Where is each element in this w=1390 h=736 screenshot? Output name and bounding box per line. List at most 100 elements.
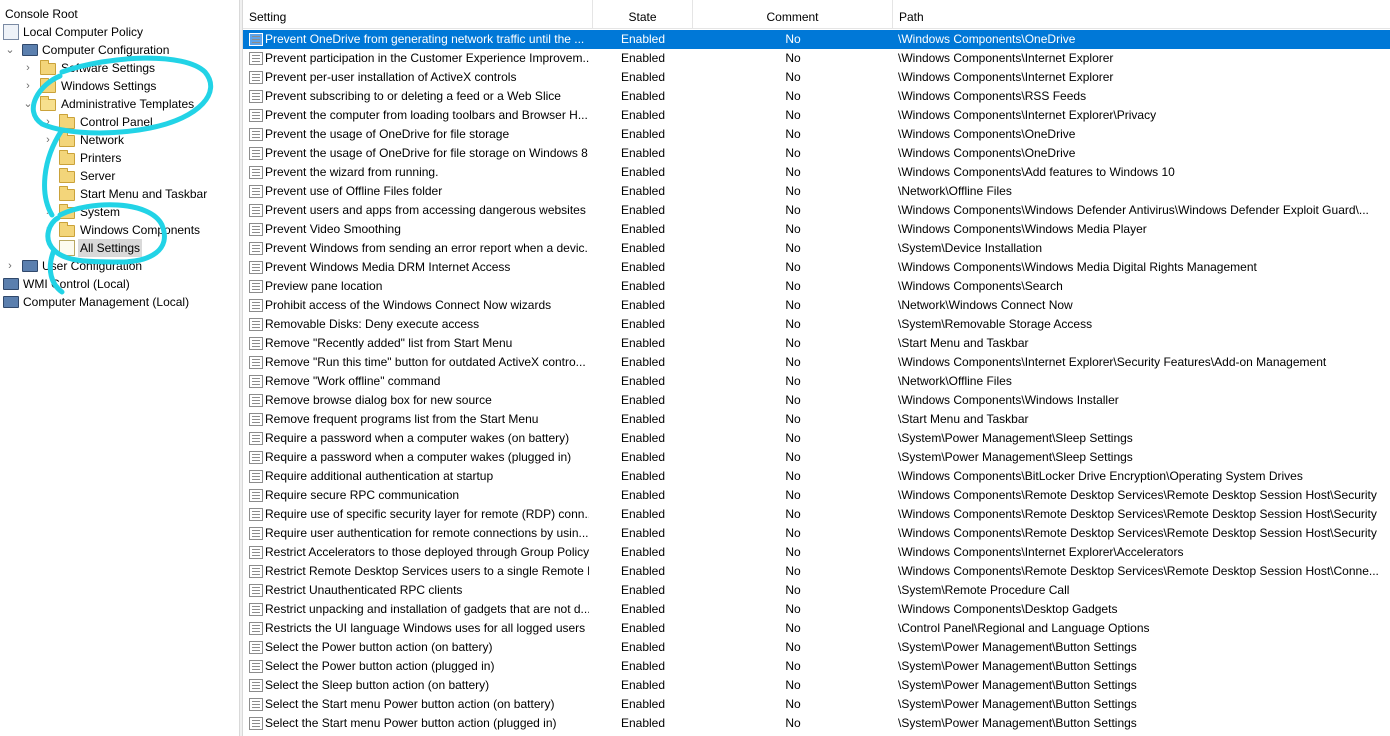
state-cell: Enabled	[620, 488, 666, 502]
comment-cell: No	[785, 127, 801, 141]
chevron-down-icon[interactable]: ⌄	[22, 95, 34, 113]
table-row[interactable]: Prevent Windows Media DRM Internet Acces…	[243, 258, 1390, 277]
table-row[interactable]: Remove "Work offline" command Enabled No \N…	[243, 372, 1390, 391]
table-row[interactable]: Removable Disks: Deny execute access Enab…	[243, 315, 1390, 334]
table-row[interactable]: Restrict Unauthenticated RPC clients Enab…	[243, 581, 1390, 600]
path-cell: \Windows Components\Windows Defender Ant…	[898, 203, 1369, 217]
table-row[interactable]: Require a password when a computer wakes…	[243, 448, 1390, 467]
table-row[interactable]: Prevent the computer from loading toolba…	[243, 106, 1390, 125]
table-row[interactable]: Restrict Remote Desktop Services users t…	[243, 562, 1390, 581]
policy-setting-icon	[249, 375, 263, 388]
chevron-right-icon[interactable]: ›	[42, 113, 54, 131]
folder-icon	[40, 78, 56, 93]
table-row[interactable]: Select the Start menu Power button actio…	[243, 695, 1390, 714]
chevron-right-icon[interactable]: ›	[22, 77, 34, 95]
table-row[interactable]: Remove browse dialog box for new source E…	[243, 391, 1390, 410]
policy-setting-icon	[249, 185, 263, 198]
table-row[interactable]: Prevent Video Smoothing Enabled No \Windows…	[243, 220, 1390, 239]
table-row[interactable]: Select the Sleep button action (on batte…	[243, 676, 1390, 695]
tree-item-label: Software Settings	[61, 61, 156, 75]
table-row[interactable]: Require secure RPC communication Enabled N…	[243, 486, 1390, 505]
chevron-right-icon[interactable]: ›	[4, 257, 16, 275]
table-row[interactable]: Prevent per-user installation of ActiveX…	[243, 68, 1390, 87]
table-row[interactable]: Prevent subscribing to or deleting a fee…	[243, 87, 1390, 106]
table-row[interactable]: Prevent use of Offline Files folder Enabl…	[243, 182, 1390, 201]
comment-cell: No	[785, 659, 801, 673]
table-row[interactable]: Preview pane location Enabled No \Windows C…	[243, 277, 1390, 296]
setting-cell: Select the Start menu Power button actio…	[265, 716, 557, 730]
state-cell: Enabled	[620, 659, 666, 673]
state-cell: Enabled	[620, 127, 666, 141]
setting-cell: Prevent OneDrive from generating network…	[265, 32, 585, 46]
setting-cell: Select the Power button action (on batte…	[265, 640, 493, 654]
policy-icon	[3, 24, 19, 40]
path-cell: \System\Power Management\Button Settings	[898, 640, 1137, 654]
setting-cell: Require secure RPC communication	[265, 488, 460, 502]
column-header-label: State	[628, 10, 657, 24]
policy-setting-icon	[249, 413, 263, 426]
policy-setting-icon	[249, 641, 263, 654]
comment-cell: No	[785, 697, 801, 711]
column-header-comment[interactable]: Comment	[693, 0, 893, 29]
path-cell: \Windows Components\Remote Desktop Servi…	[898, 564, 1379, 578]
path-cell: \Windows Components\Internet Explorer	[898, 70, 1114, 84]
setting-cell: Prevent Windows from sending an error re…	[265, 241, 589, 255]
table-row[interactable]: Prevent OneDrive from generating network…	[243, 30, 1390, 49]
comment-cell: No	[785, 165, 801, 179]
table-row[interactable]: Prevent Windows from sending an error re…	[243, 239, 1390, 258]
column-header-setting[interactable]: Setting	[243, 0, 593, 29]
policy-setting-icon	[249, 128, 263, 141]
tree-item-label: WMI Control (Local)	[23, 277, 130, 291]
table-row[interactable]: Remove "Run this time" button for outdat…	[243, 353, 1390, 372]
comment-cell: No	[785, 260, 801, 274]
column-header-path[interactable]: Path	[893, 0, 1390, 29]
path-cell: \Windows Components\Remote Desktop Servi…	[898, 507, 1377, 521]
path-cell: \System\Removable Storage Access	[898, 317, 1093, 331]
table-row[interactable]: Prevent users and apps from accessing da…	[243, 201, 1390, 220]
table-row[interactable]: Select the Start menu Power button actio…	[243, 714, 1390, 733]
chevron-down-icon[interactable]: ⌄	[4, 41, 16, 59]
table-row[interactable]: Prevent the wizard from running. Enabled N…	[243, 163, 1390, 182]
tree-item-label: Console Root	[5, 7, 78, 21]
state-cell: Enabled	[620, 32, 666, 46]
state-cell: Enabled	[620, 526, 666, 540]
table-row[interactable]: Remove "Recently added" list from Start …	[243, 334, 1390, 353]
column-header-state[interactable]: ^ State	[593, 0, 693, 29]
table-row[interactable]: Restrict Accelerators to those deployed …	[243, 543, 1390, 562]
comment-cell: No	[785, 393, 801, 407]
table-row[interactable]: Remove frequent programs list from the S…	[243, 410, 1390, 429]
policy-setting-icon	[249, 147, 263, 160]
tree-item-label: All Settings	[78, 239, 143, 257]
state-cell: Enabled	[620, 697, 666, 711]
table-row[interactable]: Require use of specific security layer f…	[243, 505, 1390, 524]
comment-cell: No	[785, 355, 801, 369]
table-row[interactable]: Prohibit access of the Windows Connect N…	[243, 296, 1390, 315]
comment-cell: No	[785, 602, 801, 616]
table-row[interactable]: Prevent the usage of OneDrive for file s…	[243, 144, 1390, 163]
table-row[interactable]: Restrict unpacking and installation of g…	[243, 600, 1390, 619]
setting-cell: Prevent subscribing to or deleting a fee…	[265, 89, 561, 103]
table-row[interactable]: Require user authentication for remote c…	[243, 524, 1390, 543]
table-row[interactable]: Select the Power button action (on batte…	[243, 638, 1390, 657]
chevron-right-icon[interactable]: ›	[42, 221, 54, 239]
chevron-right-icon[interactable]: ›	[42, 131, 54, 149]
chevron-right-icon[interactable]: ›	[22, 59, 34, 77]
state-cell: Enabled	[620, 393, 666, 407]
policy-setting-icon	[249, 451, 263, 464]
table-row[interactable]: Require a password when a computer wakes…	[243, 429, 1390, 448]
settings-list-view: Setting ^ State Comment Path Prevent One…	[243, 0, 1390, 736]
path-cell: \System\Power Management\Button Settings	[898, 716, 1137, 730]
path-cell: \Start Menu and Taskbar	[898, 336, 1029, 350]
table-row[interactable]: Prevent the usage of OneDrive for file s…	[243, 125, 1390, 144]
chevron-right-icon[interactable]: ›	[42, 203, 54, 221]
table-row[interactable]: Require additional authentication at sta…	[243, 467, 1390, 486]
table-row[interactable]: Prevent participation in the Customer Ex…	[243, 49, 1390, 68]
path-cell: \Windows Components\RSS Feeds	[898, 89, 1087, 103]
table-row[interactable]: Select the Power button action (plugged …	[243, 657, 1390, 676]
tree-item-label: Server	[80, 169, 116, 183]
table-row[interactable]: Restricts the UI language Windows uses f…	[243, 619, 1390, 638]
all-settings-icon	[59, 240, 75, 256]
policy-setting-icon	[249, 204, 263, 217]
state-cell: Enabled	[620, 298, 666, 312]
path-cell: \Windows Components\Windows Media Player	[898, 222, 1147, 236]
